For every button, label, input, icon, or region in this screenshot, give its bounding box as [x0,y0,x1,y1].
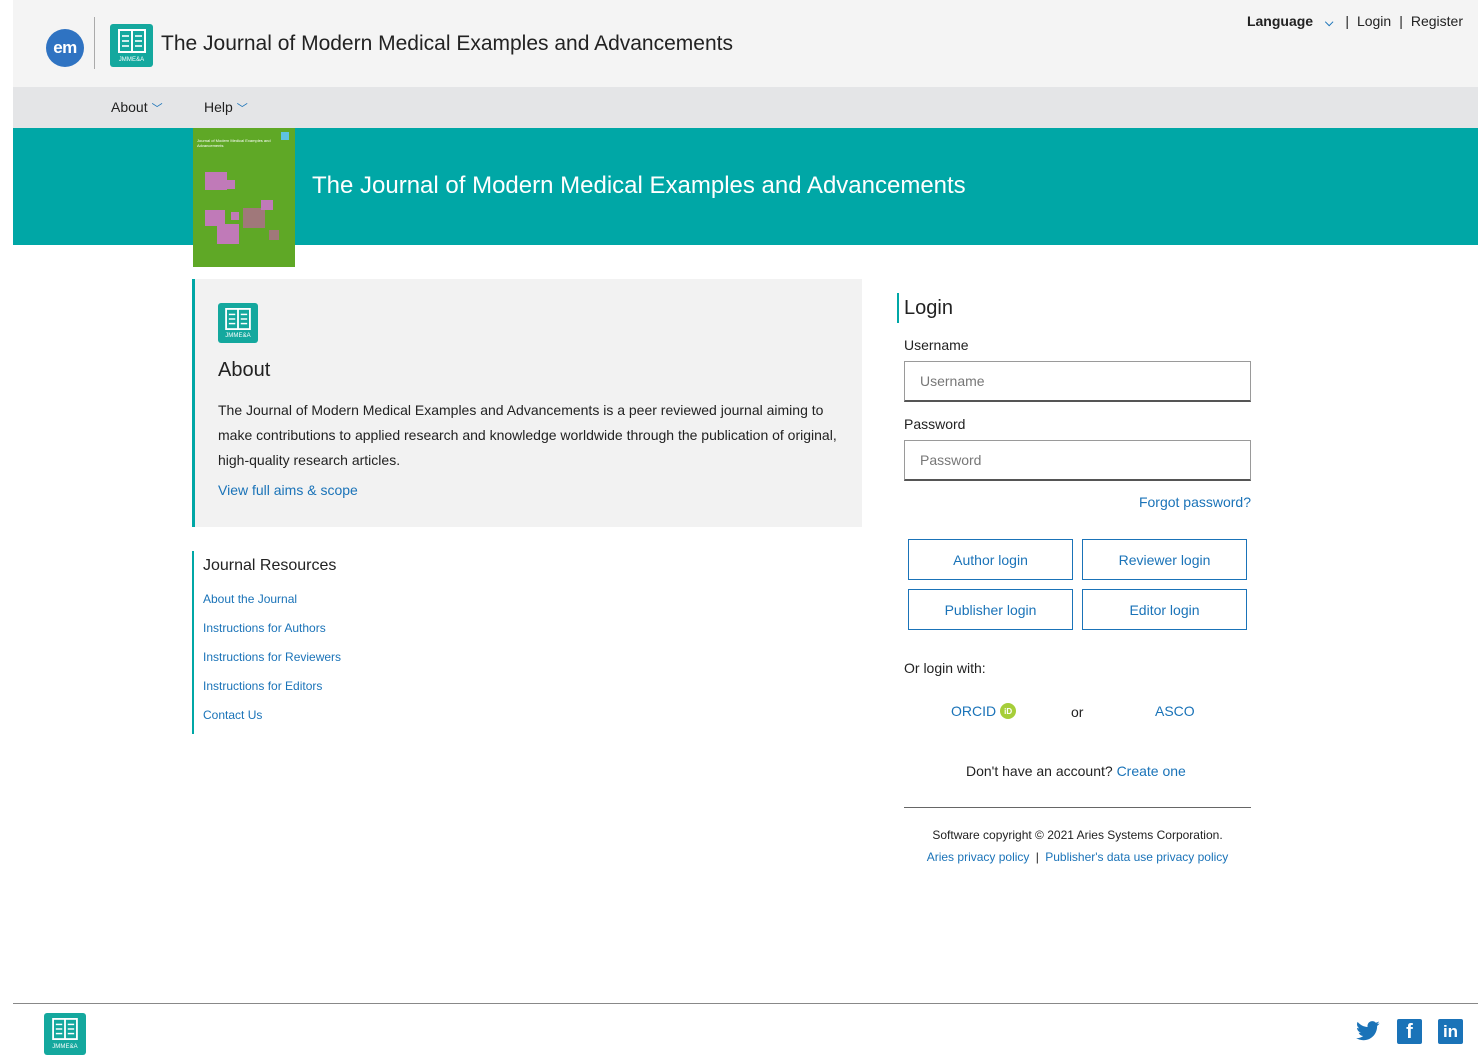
password-label: Password [904,416,966,432]
forgot-password-link[interactable]: Forgot password? [1139,494,1251,510]
facebook-icon[interactable]: f [1397,1019,1422,1044]
cover-shape [205,172,227,190]
reviewer-login-button[interactable]: Reviewer login [1082,539,1247,580]
register-link[interactable]: Register [1411,13,1463,29]
cover-shape [225,180,235,189]
cover-mini-logo [281,132,289,140]
cover-title: Journal of Modern Medical Examples and A… [197,138,271,148]
or-login-with-label: Or login with: [904,660,986,676]
publisher-privacy-link[interactable]: Publisher's data use privacy policy [1045,850,1228,864]
login-heading: Login [904,297,953,319]
policy-links: Aries privacy policy | Publisher's data … [926,850,1229,864]
journal-cover-image: Journal of Modern Medical Examples and A… [193,128,295,267]
about-heading: About [218,359,271,381]
nav-bar: About ﹀ Help ﹀ [13,87,1478,128]
cover-shape [231,212,239,220]
top-header: em JMME&A The Journal of Modern Medical … [13,0,1478,87]
orcid-icon: iD [1000,703,1017,719]
journal-logo-icon: JMME&A [218,303,258,343]
book-icon [225,308,251,330]
resource-link-instructions-editors[interactable]: Instructions for Editors [203,679,322,693]
separator: | [1345,13,1349,29]
journal-logo-icon[interactable]: JMME&A [110,24,153,67]
resource-link-instructions-authors[interactable]: Instructions for Authors [203,621,326,635]
login-accent-bar [897,293,899,323]
publisher-login-button[interactable]: Publisher login [908,589,1073,630]
logo-abbr: JMME&A [225,333,251,339]
header-divider [94,17,95,69]
logo-abbr: JMME&A [118,57,145,63]
about-card: JMME&A About The Journal of Modern Medic… [192,279,862,527]
chevron-down-icon: ﹀ [236,103,248,115]
aries-privacy-link[interactable]: Aries privacy policy [927,850,1030,864]
language-menu[interactable]: Language ⌵ [1243,13,1337,29]
orcid-login-link[interactable]: ORCID iD [951,703,1017,719]
twitter-icon[interactable] [1356,1020,1380,1042]
password-input[interactable] [904,440,1251,481]
resource-link-instructions-reviewers[interactable]: Instructions for Reviewers [203,650,341,664]
chevron-down-icon: ⌵ [1324,17,1334,29]
footer-divider [13,1003,1478,1004]
username-label: Username [904,337,969,353]
resource-link-about-journal[interactable]: About the Journal [203,592,297,606]
divider [904,807,1251,808]
logo-abbr: JMME&A [52,1044,78,1050]
banner-title: The Journal of Modern Medical Examples a… [312,172,966,199]
editor-login-button[interactable]: Editor login [1082,589,1247,630]
resource-link-contact-us[interactable]: Contact Us [203,708,262,722]
separator: | [1399,13,1403,29]
about-text: The Journal of Modern Medical Examples a… [218,402,837,468]
linkedin-icon[interactable]: in [1438,1019,1463,1044]
cover-shape [261,200,273,210]
nav-help[interactable]: Help ﹀ [204,99,248,116]
author-login-button[interactable]: Author login [908,539,1073,580]
nav-about[interactable]: About ﹀ [111,99,163,116]
footer-journal-logo-icon[interactable]: JMME&A [44,1013,86,1055]
no-account-text: Don't have an account? Create one [966,763,1186,779]
create-account-link[interactable]: Create one [1117,763,1186,779]
em-logo[interactable]: em [46,29,84,67]
asco-login-link[interactable]: ASCO [1155,703,1195,719]
header-title: The Journal of Modern Medical Examples a… [161,32,733,55]
resources-heading: Journal Resources [203,557,337,574]
cover-shape [269,230,279,240]
chevron-down-icon: ﹀ [151,103,163,115]
copyright-text: Software copyright © 2021 Aries Systems … [932,828,1223,842]
or-separator: or [1071,704,1084,720]
cover-shape [243,208,265,228]
login-link[interactable]: Login [1357,13,1391,29]
username-input[interactable] [904,361,1251,402]
aims-scope-link[interactable]: View full aims & scope [218,482,358,498]
journal-resources: Journal Resources About the Journal Inst… [192,551,494,734]
book-icon [117,29,146,53]
book-icon [52,1018,78,1040]
cover-shape [217,224,239,244]
top-links: Language ⌵ | Login | Register [1239,13,1467,30]
